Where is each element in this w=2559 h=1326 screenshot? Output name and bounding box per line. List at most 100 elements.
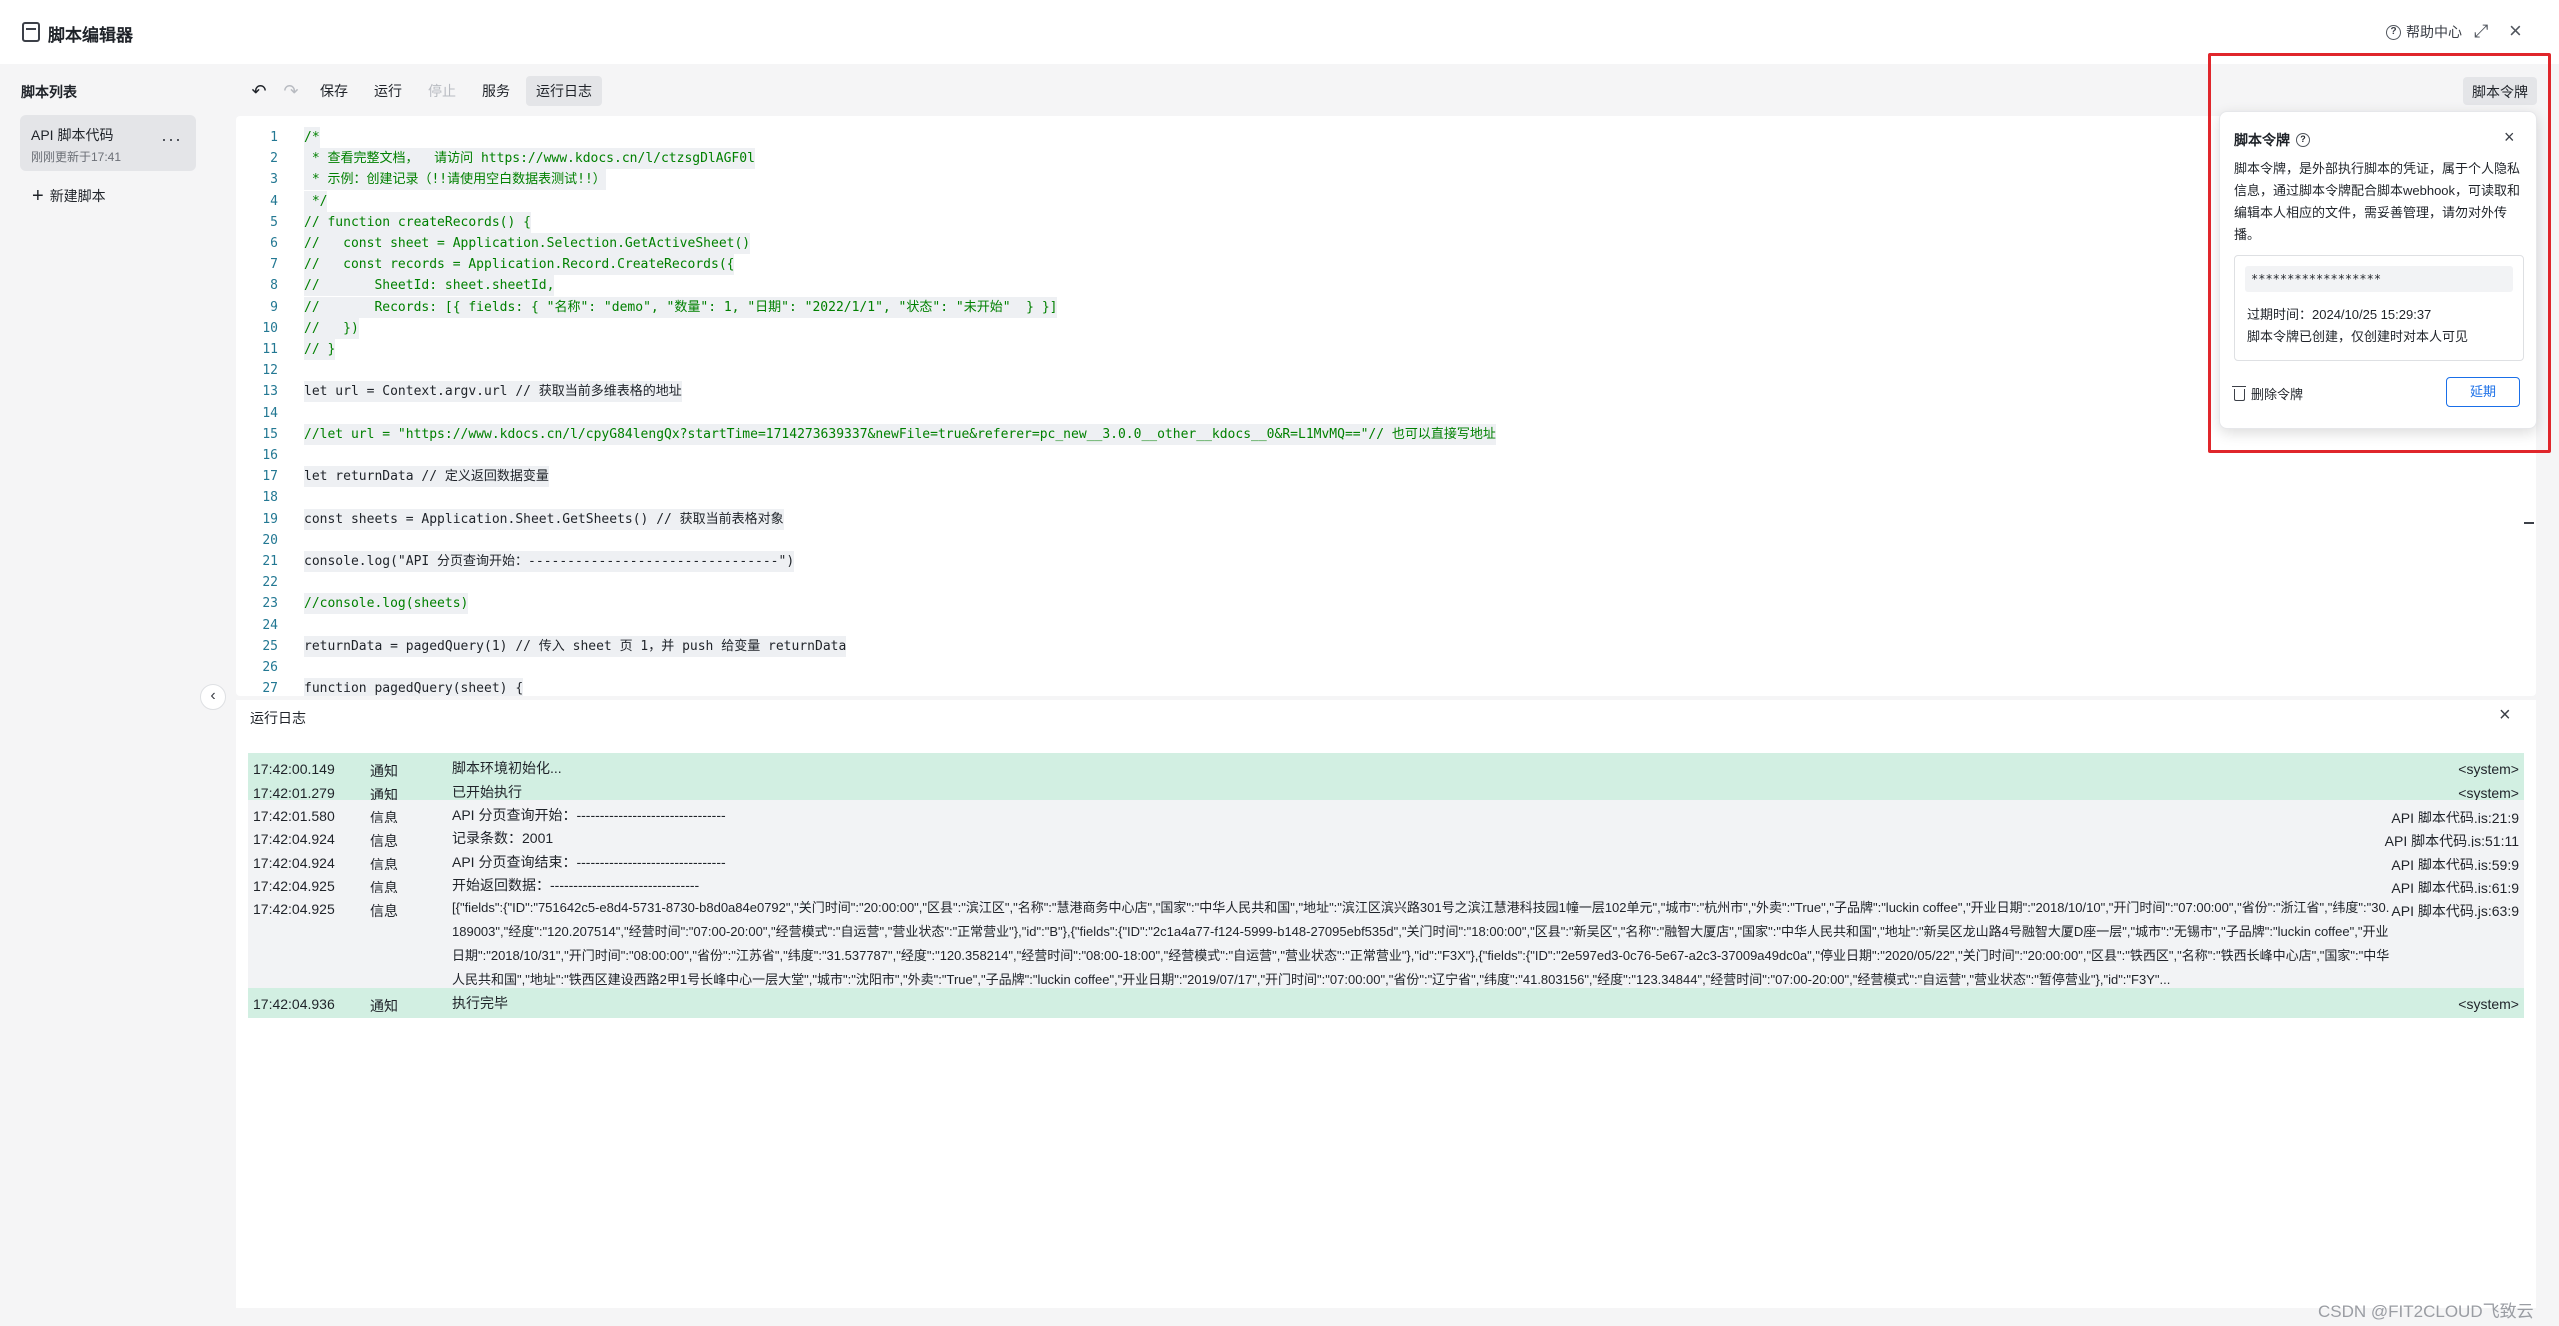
code-line[interactable]: 17 let returnData // 定义返回数据变量 <box>236 466 2536 488</box>
log-source: API 脚本代码.js:63:9 <box>2391 903 2519 919</box>
close-icon[interactable]: × <box>2509 18 2522 44</box>
log-level: 通知 <box>370 998 398 1014</box>
log-time: 17:42:04.924 <box>253 855 335 871</box>
code-text: // Records: [{ fields: { "名称": "demo", "… <box>304 296 1058 318</box>
code-text: * 示例：创建记录（!!请使用空白数据表测试!!） <box>304 169 606 191</box>
code-line[interactable]: 5 // function createRecords() { <box>236 211 2536 233</box>
code-line[interactable]: 21 console.log("API 分页查询开始：--------------… <box>236 551 2536 572</box>
new-script-button[interactable]: + 新建脚本 <box>32 186 106 206</box>
line-number: 17 <box>262 469 278 485</box>
code-line[interactable]: 10 // }) <box>236 317 2536 339</box>
watermark: CSDN @FIT2CLOUD飞致云 <box>2318 1302 2534 1321</box>
scrollbar-marker[interactable] <box>2524 522 2534 524</box>
log-time: 17:42:04.936 <box>253 996 335 1012</box>
line-number: 4 <box>270 193 278 209</box>
line-number: 13 <box>262 384 278 400</box>
plus-icon: + <box>32 185 44 207</box>
script-updated-time: 刚刚更新于17:41 <box>31 150 122 164</box>
code-line[interactable]: 3 * 示例：创建记录（!!请使用空白数据表测试!!） <box>236 169 2536 191</box>
code-line[interactable]: 9 // Records: [{ fields: { "名称": "demo", … <box>236 296 2536 318</box>
code-text: // } <box>304 339 336 360</box>
title-bar: 脚本编辑器 ? 帮助中心 ⤢ × <box>0 0 2559 64</box>
line-number: 14 <box>262 405 278 421</box>
code-line[interactable]: 24 <box>236 615 2536 636</box>
code-text: console.log("API 分页查询开始：----------------… <box>304 551 795 572</box>
code-line[interactable]: 23 //console.log(sheets) <box>236 593 2536 615</box>
code-line[interactable]: 7 // const records = Application.Record.C… <box>236 254 2536 276</box>
code-text: function pagedQuery(sheet) { <box>304 678 524 696</box>
line-number: 10 <box>262 320 278 336</box>
log-time: 17:42:01.279 <box>253 785 335 801</box>
new-script-label: 新建脚本 <box>49 188 106 204</box>
more-icon[interactable]: ··· <box>161 129 182 150</box>
log-time: 17:42:00.149 <box>253 761 335 777</box>
code-line[interactable]: 22 <box>236 572 2536 593</box>
line-number: 19 <box>262 511 278 527</box>
code-text: //console.log(sheets) <box>304 593 469 615</box>
code-line[interactable]: 16 <box>236 445 2536 466</box>
line-number: 15 <box>262 426 278 442</box>
code-text: // function createRecords() { <box>304 211 531 233</box>
highlight-box <box>2208 53 2551 453</box>
code-editor[interactable]: 1/* 2 * 查看完整文档， 请访问 https://www.kdocs.cn/… <box>236 116 2536 696</box>
log-message: [{"fields":{"ID":"751642c5-e8d4-5731-873… <box>452 900 2390 987</box>
run-button[interactable]: 运行 <box>364 76 412 106</box>
log-close-icon[interactable]: × <box>2499 704 2511 727</box>
undo-icon[interactable]: ↶ <box>246 81 272 102</box>
code-line[interactable]: 27 function pagedQuery(sheet) { <box>236 678 2536 696</box>
code-text: //let url = "https://www.kdocs.cn/l/cpyG… <box>304 423 1496 445</box>
line-number: 12 <box>262 363 278 379</box>
code-text: // const records = Application.Record.Cr… <box>304 254 735 276</box>
log-time: 17:42:01.580 <box>253 808 335 824</box>
save-button[interactable]: 保存 <box>310 76 358 106</box>
code-line[interactable]: 15 //let url = "https://www.kdocs.cn/l/cp… <box>236 423 2536 445</box>
code-line[interactable]: 6 // const sheet = Application.Selection.… <box>236 233 2536 254</box>
sidebar-item-api-script[interactable]: API 脚本代码 刚刚更新于17:41 ··· <box>20 115 196 171</box>
code-text: // const sheet = Application.Selection.G… <box>304 233 751 254</box>
run-log-panel: 运行日志 × 17:42:00.149 通知 脚本环境初始化... <system> 1… <box>236 700 2536 1308</box>
log-time: 17:42:04.924 <box>253 831 335 847</box>
redo-icon[interactable]: ↷ <box>278 81 304 102</box>
service-button[interactable]: 服务 <box>472 76 520 106</box>
line-number: 3 <box>270 172 278 188</box>
code-text: // }) <box>304 317 359 339</box>
line-number: 1 <box>270 130 278 145</box>
code-line[interactable]: 26 <box>236 657 2536 678</box>
code-text: let returnData // 定义返回数据变量 <box>304 466 549 488</box>
stop-button[interactable]: 停止 <box>418 76 466 106</box>
log-source: <system> <box>2458 761 2519 777</box>
code-line[interactable]: 12 <box>236 360 2536 381</box>
code-text: /* <box>304 127 320 148</box>
code-line[interactable]: 11 // } <box>236 339 2536 360</box>
code-line[interactable]: 14 <box>236 403 2536 424</box>
line-number: 16 <box>262 448 278 463</box>
line-number: 5 <box>270 214 278 230</box>
line-number: 2 <box>270 151 278 167</box>
sidebar-title: 脚本列表 <box>21 84 77 100</box>
line-number: 22 <box>262 575 278 591</box>
code-line[interactable]: 1 /* <box>236 127 2536 148</box>
code-line[interactable]: 20 <box>236 530 2536 551</box>
collapse-sidebar-button[interactable]: ‹ <box>200 684 226 710</box>
log-source: <system> <box>2458 785 2519 801</box>
log-level: 信息 <box>370 903 398 919</box>
log-message: 执行完毕 <box>452 995 508 1011</box>
code-text: returnData = pagedQuery(1) // 传入 sheet 页… <box>304 635 847 657</box>
line-number: 11 <box>262 342 278 357</box>
code-line[interactable]: 13 let url = Context.argv.url // 获取当前多维表格… <box>236 381 2536 403</box>
code-text: // SheetId: sheet.sheetId, <box>304 275 555 297</box>
code-line[interactable]: 8 // SheetId: sheet.sheetId, <box>236 275 2536 297</box>
code-line[interactable]: 4 */ <box>236 190 2536 212</box>
code-text: let url = Context.argv.url // 获取当前多维表格的地… <box>304 381 682 403</box>
code-line[interactable]: 19 const sheets = Application.Sheet.GetSh… <box>236 508 2536 530</box>
line-number: 25 <box>262 638 278 654</box>
help-center-button[interactable]: ? 帮助中心 <box>2386 22 2462 42</box>
code-line[interactable]: 25 returnData = pagedQuery(1) // 传入 sheet… <box>236 635 2536 657</box>
code-text: * 查看完整文档， 请访问 https://www.kdocs.cn/l/ctz… <box>304 148 755 170</box>
script-editor-icon <box>22 22 40 42</box>
code-line[interactable]: 18 <box>236 487 2536 508</box>
expand-icon[interactable]: ⤢ <box>2474 21 2488 42</box>
question-icon: ? <box>2386 24 2401 40</box>
code-line[interactable]: 2 * 查看完整文档， 请访问 https://www.kdocs.cn/l/c… <box>236 148 2536 170</box>
run-log-button[interactable]: 运行日志 <box>526 76 602 106</box>
